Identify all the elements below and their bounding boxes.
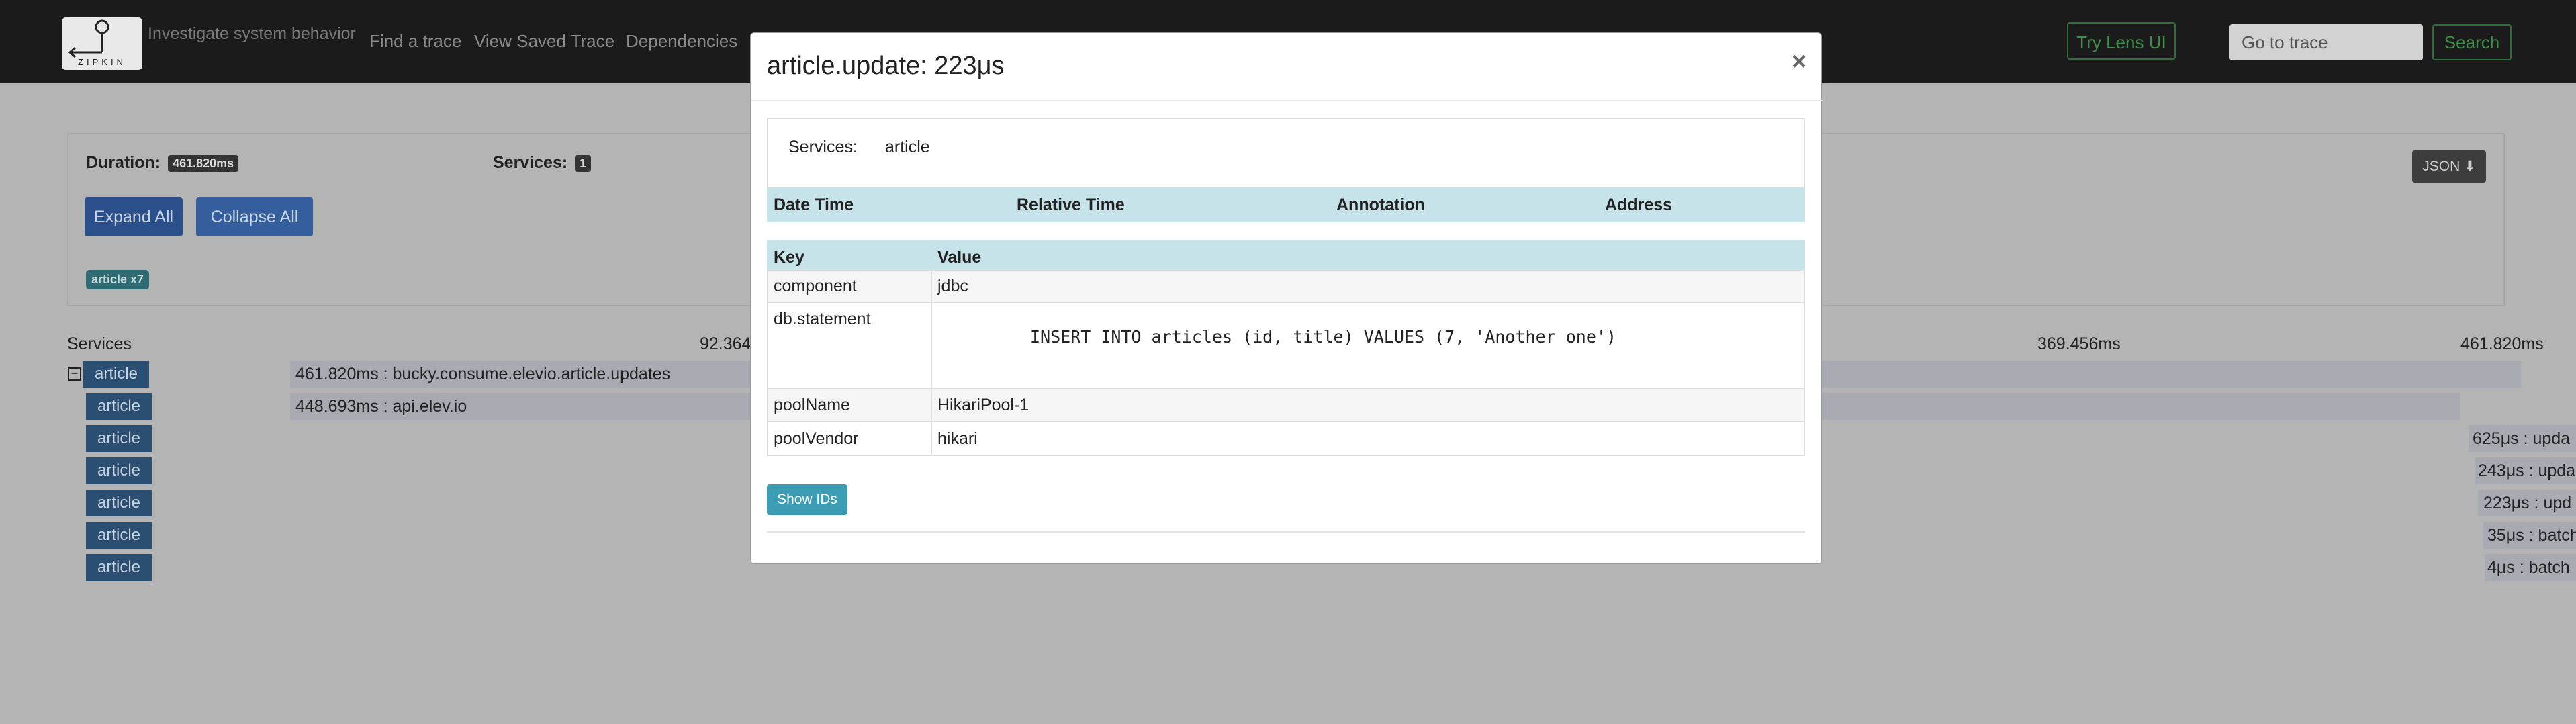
collapse-toggle-icon[interactable]: − <box>68 367 81 381</box>
tag-value: hikari <box>931 421 1805 456</box>
span-service-label[interactable]: article <box>86 554 152 581</box>
nav-find-trace[interactable]: Find a trace <box>369 31 461 52</box>
modal-divider <box>767 531 1805 533</box>
services-count-label: Services: 1 <box>493 153 592 173</box>
logo-text: ZIPKIN <box>78 57 126 67</box>
go-to-trace-input[interactable]: Go to trace <box>2229 24 2423 60</box>
column-header: Annotation <box>1336 195 1425 214</box>
span-name[interactable]: 448.693ms : api.elev.io <box>295 397 467 416</box>
span-name[interactable]: 625μs : upda <box>2473 429 2570 449</box>
nav-view-saved-trace[interactable]: View Saved Trace <box>474 31 614 52</box>
search-button[interactable]: Search <box>2432 24 2512 60</box>
span-name[interactable]: 35μs : batch <box>2487 526 2576 545</box>
collapse-all-button[interactable]: Collapse All <box>196 197 313 236</box>
timeline-tick: 92.364 <box>700 334 751 353</box>
service-filter-badge[interactable]: article x7 <box>86 270 150 289</box>
column-header: Date Time <box>774 195 854 214</box>
table-row: poolName HikariPool-1 <box>767 388 1805 422</box>
tag-key: component <box>767 269 932 303</box>
json-download-button[interactable]: JSON ⬇ <box>2412 150 2486 183</box>
table-row: poolVendor hikari <box>767 421 1805 456</box>
span-name[interactable]: 243μs : upda <box>2478 461 2575 481</box>
annotation-table-header: Date Time Relative Time Annotation Addre… <box>767 187 1805 222</box>
timeline-tick: 369.456ms <box>2037 334 2121 353</box>
tag-value: INSERT INTO articles (id, title) VALUES … <box>931 302 1805 389</box>
duration-badge: 461.820ms <box>168 154 239 172</box>
tag-key: db.statement <box>767 302 932 389</box>
services-value: article <box>885 138 930 156</box>
duration-label: Duration: 461.820ms <box>86 153 239 173</box>
zipkin-logo[interactable]: ZIPKIN <box>62 17 142 70</box>
nav-dependencies[interactable]: Dependencies <box>626 31 737 52</box>
tag-key: poolName <box>767 388 932 422</box>
table-row: component jdbc <box>767 269 1805 303</box>
timeline-tick: 461.820ms <box>2460 334 2544 353</box>
modal-title: article.update: 223μs <box>767 52 1005 80</box>
column-header: Key <box>774 248 804 267</box>
span-name[interactable]: 223μs : upd <box>2483 494 2571 513</box>
table-row: db.statement INSERT INTO articles (id, t… <box>767 302 1805 389</box>
span-name[interactable]: 4μs : batch <box>2487 558 2570 578</box>
services-column-header: Services <box>67 334 132 353</box>
column-header: Address <box>1605 195 1673 214</box>
tag-value: jdbc <box>931 269 1805 303</box>
show-ids-button[interactable]: Show IDs <box>767 484 847 515</box>
services-key: Services: <box>788 138 858 156</box>
column-header: Relative Time <box>1017 195 1125 214</box>
tag-key: poolVendor <box>767 421 932 456</box>
span-service-label[interactable]: article <box>86 522 152 549</box>
try-lens-ui-button[interactable]: Try Lens UI <box>2067 22 2176 60</box>
span-service-label[interactable]: article <box>86 425 152 452</box>
span-service-label[interactable]: article <box>86 490 152 516</box>
close-icon[interactable]: × <box>1792 48 1806 77</box>
services-count-badge: 1 <box>575 154 592 172</box>
column-header: Value <box>937 248 982 267</box>
span-service-label[interactable]: article <box>83 361 149 388</box>
tag-value: HikariPool-1 <box>931 388 1805 422</box>
expand-all-button[interactable]: Expand All <box>85 197 183 236</box>
tags-table: component jdbc db.statement INSERT INTO … <box>767 269 1805 456</box>
span-name[interactable]: 461.820ms : bucky.consume.elevio.article… <box>295 365 670 384</box>
download-icon: ⬇ <box>2464 159 2476 174</box>
tagline: Investigate system behavior <box>148 24 356 43</box>
modal-divider <box>751 100 1823 101</box>
span-detail-modal: article.update: 223μs × Services: articl… <box>750 32 1823 564</box>
span-service-label[interactable]: article <box>86 393 152 420</box>
span-service-label[interactable]: article <box>86 457 152 484</box>
